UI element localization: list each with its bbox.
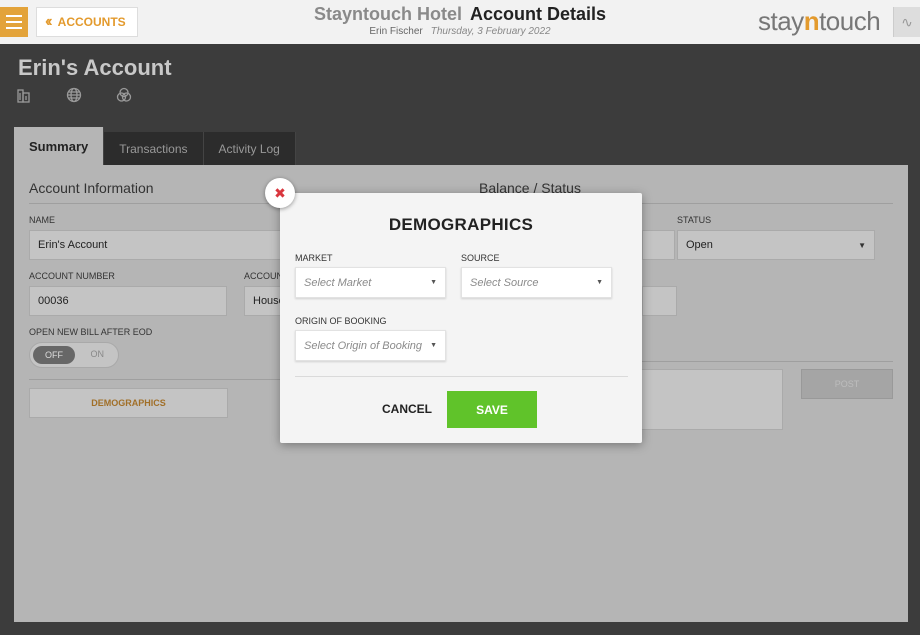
account-tabs: Summary Transactions Activity Log: [14, 127, 296, 165]
divider: [29, 379, 289, 380]
source-select[interactable]: Select Source ▼: [461, 267, 612, 298]
account-information-title: Account Information: [29, 180, 154, 196]
credit-limit-field[interactable]: [642, 286, 677, 316]
post-button[interactable]: POST: [801, 369, 893, 399]
market-select[interactable]: Select Market ▼: [295, 267, 446, 298]
tab-transactions[interactable]: Transactions: [104, 132, 204, 165]
status-label: STATUS: [677, 215, 712, 225]
caret-down-icon: ▼: [430, 279, 437, 286]
name-field[interactable]: Erin's Account: [29, 230, 289, 260]
caret-down-icon: ▼: [596, 279, 603, 286]
activity-wave-icon[interactable]: ∿: [893, 7, 920, 37]
market-label: MARKET: [295, 253, 333, 263]
tab-activity-log[interactable]: Activity Log: [203, 132, 296, 165]
caret-down-icon: ▼: [858, 240, 866, 250]
toggle-on: ON: [90, 349, 105, 359]
open-new-bill-toggle[interactable]: OFF ON: [29, 342, 119, 368]
origin-of-booking-select[interactable]: Select Origin of Booking ▼: [295, 330, 446, 361]
globe-icon[interactable]: [66, 87, 82, 103]
divider: [642, 203, 893, 204]
business-date: Thursday, 3 February 2022: [430, 26, 551, 37]
modal-divider: [295, 376, 628, 377]
status-select[interactable]: Open ▼: [677, 230, 875, 260]
user-name: Erin Fischer: [369, 26, 423, 37]
page-title: Account Details: [469, 4, 607, 24]
hotel-name: Stayntouch Hotel: [313, 4, 462, 24]
save-button[interactable]: SAVE: [447, 391, 537, 428]
close-icon[interactable]: ✖: [265, 178, 295, 208]
stayntouch-logo: stayntouch: [758, 6, 881, 36]
circles-icon[interactable]: [116, 87, 132, 103]
cancel-button[interactable]: CANCEL: [376, 391, 438, 427]
caret-down-icon: ▼: [430, 342, 437, 349]
name-label: NAME: [29, 215, 56, 225]
account-number-field[interactable]: 00036: [29, 286, 227, 316]
account-type-label: ACCOUN: [244, 271, 284, 281]
building-icon[interactable]: [16, 87, 32, 103]
source-label: SOURCE: [461, 253, 500, 263]
toggle-off: OFF: [33, 346, 75, 364]
payment-amount-box[interactable]: [640, 369, 783, 430]
modal-title: DEMOGRAPHICS: [388, 215, 534, 234]
divider: [642, 361, 893, 362]
tab-summary[interactable]: Summary: [14, 127, 105, 165]
account-number-label: ACCOUNT NUMBER: [29, 271, 115, 281]
balance-field[interactable]: [642, 230, 675, 260]
demographics-modal: DEMOGRAPHICS MARKET Select Market ▼ SOURC…: [280, 193, 642, 443]
account-title: Erin's Account: [18, 55, 172, 80]
demographics-button[interactable]: DEMOGRAPHICS: [29, 388, 228, 418]
open-new-bill-label: OPEN NEW BILL AFTER EOD: [29, 327, 153, 337]
origin-of-booking-label: ORIGIN OF BOOKING: [295, 316, 387, 326]
account-icons: [16, 87, 132, 103]
top-header: ‹‹ ACCOUNTS Stayntouch Hotel Account Deta…: [0, 0, 920, 44]
